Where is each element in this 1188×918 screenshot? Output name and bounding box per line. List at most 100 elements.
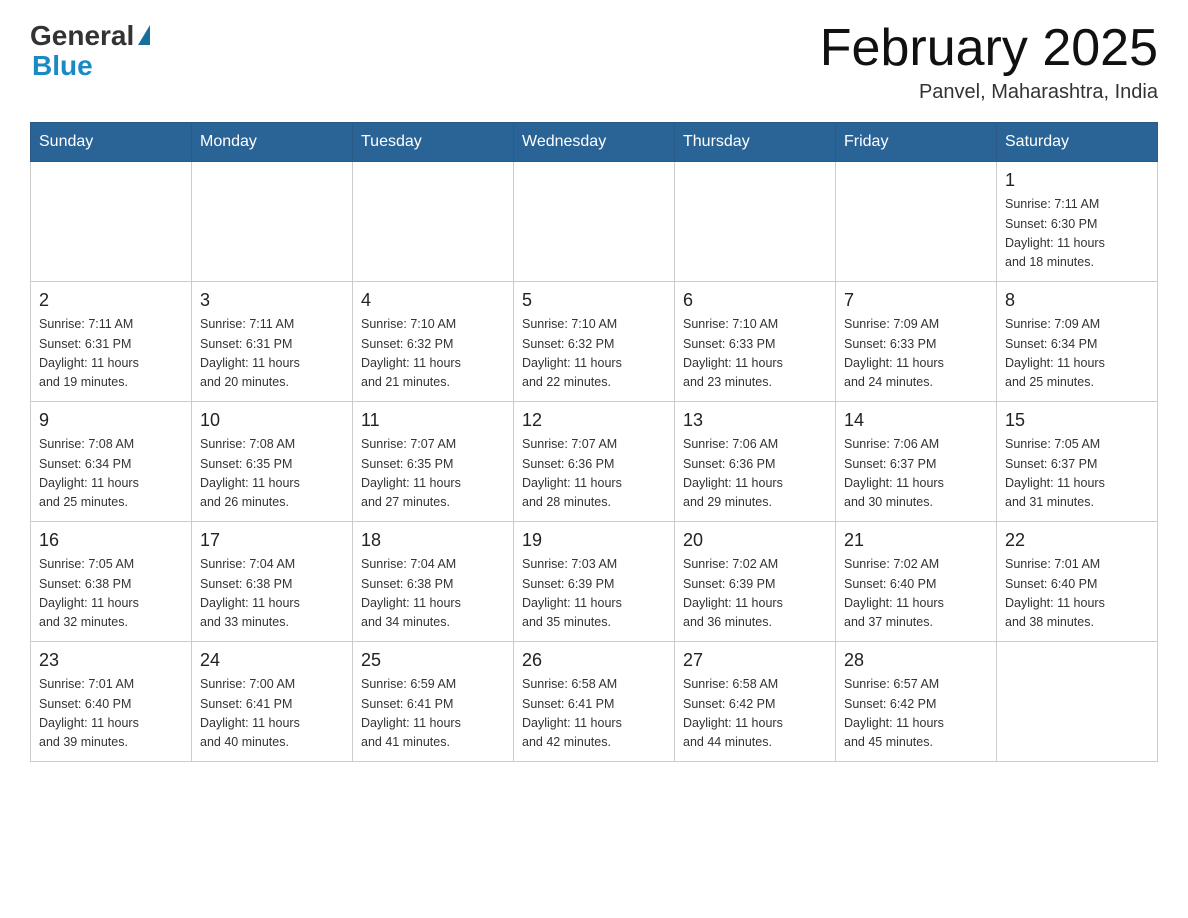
- calendar-day-cell: 6 Sunrise: 7:10 AM Sunset: 6:33 PM Daylig…: [675, 282, 836, 402]
- calendar-day-cell: [836, 162, 997, 282]
- calendar-day-cell: 23Sunrise: 7:01 AM Sunset: 6:40 PM Dayli…: [31, 642, 192, 762]
- day-info: Sunrise: 7:06 AM Sunset: 6:36 PM Dayligh…: [683, 435, 827, 513]
- day-info: Sunrise: 6:58 AM Sunset: 6:42 PM Dayligh…: [683, 675, 827, 753]
- day-info: Sunrise: 7:09 AM Sunset: 6:34 PM Dayligh…: [1005, 315, 1149, 393]
- calendar-day-cell: 16Sunrise: 7:05 AM Sunset: 6:38 PM Dayli…: [31, 522, 192, 642]
- day-info: Sunrise: 7:07 AM Sunset: 6:36 PM Dayligh…: [522, 435, 666, 513]
- calendar-day-cell: 17Sunrise: 7:04 AM Sunset: 6:38 PM Dayli…: [192, 522, 353, 642]
- calendar-day-cell: 19 Sunrise: 7:03 AM Sunset: 6:39 PM Dayli…: [514, 522, 675, 642]
- day-info: Sunrise: 7:01 AM Sunset: 6:40 PM Dayligh…: [39, 675, 183, 753]
- calendar-day-cell: 18 Sunrise: 7:04 AM Sunset: 6:38 PM Dayli…: [353, 522, 514, 642]
- logo-triangle-icon: [138, 25, 150, 45]
- calendar-day-cell: 27 Sunrise: 6:58 AM Sunset: 6:42 PM Dayli…: [675, 642, 836, 762]
- calendar-day-cell: 5Sunrise: 7:10 AM Sunset: 6:32 PM Daylig…: [514, 282, 675, 402]
- calendar-day-cell: 7 Sunrise: 7:09 AM Sunset: 6:33 PM Daylig…: [836, 282, 997, 402]
- calendar-day-cell: 9 Sunrise: 7:08 AM Sunset: 6:34 PM Daylig…: [31, 402, 192, 522]
- header-row: SundayMondayTuesdayWednesdayThursdayFrid…: [31, 123, 1158, 162]
- calendar-week-row: 23Sunrise: 7:01 AM Sunset: 6:40 PM Dayli…: [31, 642, 1158, 762]
- day-of-week-header: Saturday: [997, 123, 1158, 162]
- calendar-day-cell: 20 Sunrise: 7:02 AM Sunset: 6:39 PM Dayli…: [675, 522, 836, 642]
- calendar-day-cell: 2Sunrise: 7:11 AM Sunset: 6:31 PM Daylig…: [31, 282, 192, 402]
- day-of-week-header: Friday: [836, 123, 997, 162]
- day-info: Sunrise: 7:10 AM Sunset: 6:33 PM Dayligh…: [683, 315, 827, 393]
- day-info: Sunrise: 7:11 AM Sunset: 6:31 PM Dayligh…: [200, 315, 344, 393]
- logo-blue-text: Blue: [32, 50, 93, 82]
- day-number: 27: [683, 650, 827, 671]
- calendar-header: SundayMondayTuesdayWednesdayThursdayFrid…: [31, 123, 1158, 162]
- calendar-day-cell: 26 Sunrise: 6:58 AM Sunset: 6:41 PM Dayli…: [514, 642, 675, 762]
- page-header: General Blue February 2025 Panvel, Mahar…: [30, 20, 1158, 104]
- day-info: Sunrise: 7:03 AM Sunset: 6:39 PM Dayligh…: [522, 555, 666, 633]
- calendar-day-cell: [353, 162, 514, 282]
- day-info: Sunrise: 7:08 AM Sunset: 6:35 PM Dayligh…: [200, 435, 344, 513]
- day-info: Sunrise: 7:02 AM Sunset: 6:40 PM Dayligh…: [844, 555, 988, 633]
- day-of-week-header: Sunday: [31, 123, 192, 162]
- day-of-week-header: Wednesday: [514, 123, 675, 162]
- day-info: Sunrise: 6:59 AM Sunset: 6:41 PM Dayligh…: [361, 675, 505, 753]
- calendar-day-cell: 11 Sunrise: 7:07 AM Sunset: 6:35 PM Dayli…: [353, 402, 514, 522]
- day-number: 5: [522, 290, 666, 311]
- day-number: 15: [1005, 410, 1149, 431]
- calendar-day-cell: 24Sunrise: 7:00 AM Sunset: 6:41 PM Dayli…: [192, 642, 353, 762]
- day-info: Sunrise: 7:11 AM Sunset: 6:30 PM Dayligh…: [1005, 195, 1149, 273]
- day-number: 20: [683, 530, 827, 551]
- day-of-week-header: Monday: [192, 123, 353, 162]
- calendar-week-row: 2Sunrise: 7:11 AM Sunset: 6:31 PM Daylig…: [31, 282, 1158, 402]
- calendar-day-cell: 28Sunrise: 6:57 AM Sunset: 6:42 PM Dayli…: [836, 642, 997, 762]
- title-block: February 2025 Panvel, Maharashtra, India: [820, 20, 1158, 104]
- day-number: 19: [522, 530, 666, 551]
- day-info: Sunrise: 7:07 AM Sunset: 6:35 PM Dayligh…: [361, 435, 505, 513]
- calendar-day-cell: 1 Sunrise: 7:11 AM Sunset: 6:30 PM Daylig…: [997, 162, 1158, 282]
- calendar-day-cell: 15 Sunrise: 7:05 AM Sunset: 6:37 PM Dayli…: [997, 402, 1158, 522]
- calendar-title: February 2025: [820, 20, 1158, 77]
- day-number: 13: [683, 410, 827, 431]
- calendar-day-cell: [514, 162, 675, 282]
- day-info: Sunrise: 7:11 AM Sunset: 6:31 PM Dayligh…: [39, 315, 183, 393]
- day-number: 11: [361, 410, 505, 431]
- calendar-day-cell: 8Sunrise: 7:09 AM Sunset: 6:34 PM Daylig…: [997, 282, 1158, 402]
- day-info: Sunrise: 7:08 AM Sunset: 6:34 PM Dayligh…: [39, 435, 183, 513]
- day-number: 3: [200, 290, 344, 311]
- day-number: 17: [200, 530, 344, 551]
- day-number: 4: [361, 290, 505, 311]
- calendar-day-cell: 10 Sunrise: 7:08 AM Sunset: 6:35 PM Dayli…: [192, 402, 353, 522]
- calendar-week-row: 9 Sunrise: 7:08 AM Sunset: 6:34 PM Daylig…: [31, 402, 1158, 522]
- calendar-day-cell: 4 Sunrise: 7:10 AM Sunset: 6:32 PM Daylig…: [353, 282, 514, 402]
- calendar-day-cell: [675, 162, 836, 282]
- day-number: 24: [200, 650, 344, 671]
- day-number: 9: [39, 410, 183, 431]
- day-number: 16: [39, 530, 183, 551]
- logo-general-text: General: [30, 20, 134, 52]
- day-number: 28: [844, 650, 988, 671]
- calendar-day-cell: 14 Sunrise: 7:06 AM Sunset: 6:37 PM Dayli…: [836, 402, 997, 522]
- day-number: 7: [844, 290, 988, 311]
- calendar-day-cell: 25 Sunrise: 6:59 AM Sunset: 6:41 PM Dayli…: [353, 642, 514, 762]
- day-info: Sunrise: 7:10 AM Sunset: 6:32 PM Dayligh…: [361, 315, 505, 393]
- calendar-day-cell: [192, 162, 353, 282]
- day-number: 14: [844, 410, 988, 431]
- calendar-day-cell: 13 Sunrise: 7:06 AM Sunset: 6:36 PM Dayli…: [675, 402, 836, 522]
- calendar-day-cell: 3 Sunrise: 7:11 AM Sunset: 6:31 PM Daylig…: [192, 282, 353, 402]
- day-number: 6: [683, 290, 827, 311]
- day-number: 1: [1005, 170, 1149, 191]
- day-number: 10: [200, 410, 344, 431]
- day-number: 25: [361, 650, 505, 671]
- day-number: 12: [522, 410, 666, 431]
- day-info: Sunrise: 7:04 AM Sunset: 6:38 PM Dayligh…: [361, 555, 505, 633]
- calendar-day-cell: 22 Sunrise: 7:01 AM Sunset: 6:40 PM Dayli…: [997, 522, 1158, 642]
- day-info: Sunrise: 7:05 AM Sunset: 6:37 PM Dayligh…: [1005, 435, 1149, 513]
- calendar-table: SundayMondayTuesdayWednesdayThursdayFrid…: [30, 122, 1158, 762]
- calendar-day-cell: 21Sunrise: 7:02 AM Sunset: 6:40 PM Dayli…: [836, 522, 997, 642]
- calendar-day-cell: [31, 162, 192, 282]
- day-info: Sunrise: 7:01 AM Sunset: 6:40 PM Dayligh…: [1005, 555, 1149, 633]
- day-info: Sunrise: 7:02 AM Sunset: 6:39 PM Dayligh…: [683, 555, 827, 633]
- day-number: 22: [1005, 530, 1149, 551]
- logo: General Blue: [30, 20, 150, 82]
- day-info: Sunrise: 6:58 AM Sunset: 6:41 PM Dayligh…: [522, 675, 666, 753]
- day-info: Sunrise: 7:09 AM Sunset: 6:33 PM Dayligh…: [844, 315, 988, 393]
- day-number: 18: [361, 530, 505, 551]
- calendar-week-row: 1 Sunrise: 7:11 AM Sunset: 6:30 PM Daylig…: [31, 162, 1158, 282]
- day-info: Sunrise: 7:06 AM Sunset: 6:37 PM Dayligh…: [844, 435, 988, 513]
- day-number: 26: [522, 650, 666, 671]
- calendar-subtitle: Panvel, Maharashtra, India: [820, 81, 1158, 104]
